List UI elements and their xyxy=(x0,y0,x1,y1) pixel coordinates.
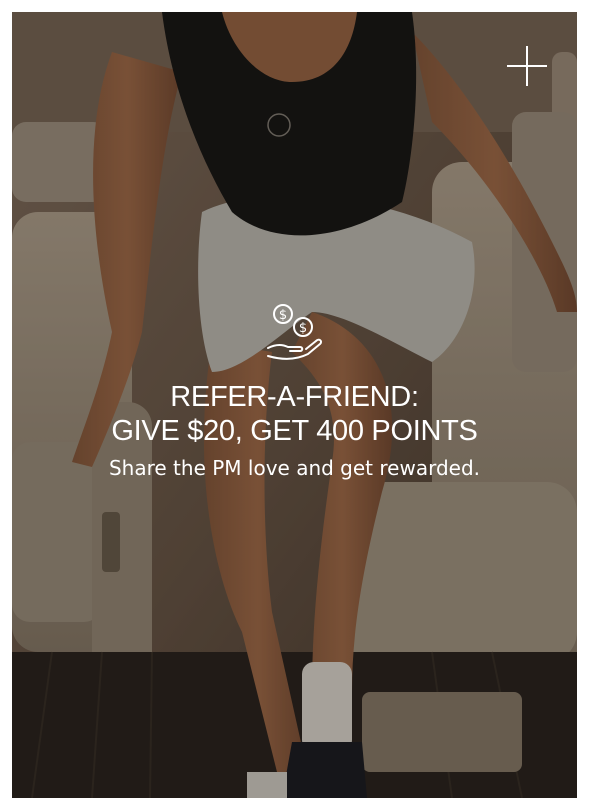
headline-line-2: GIVE $20, GET 400 POINTS xyxy=(111,415,478,447)
close-button[interactable] xyxy=(507,46,547,86)
referral-content: $ $ REFER-A-FRIEND: GIVE $20, GET 400 PO… xyxy=(12,300,577,481)
svg-text:$: $ xyxy=(298,321,306,336)
referral-modal: $ $ REFER-A-FRIEND: GIVE $20, GET 400 PO… xyxy=(12,12,577,798)
svg-text:$: $ xyxy=(278,308,286,323)
referral-headline: REFER-A-FRIEND: GIVE $20, GET 400 POINTS xyxy=(12,380,577,448)
hand-coins-icon: $ $ xyxy=(266,304,322,360)
referral-subtitle: Share the PM love and get rewarded. xyxy=(108,456,481,480)
headline-line-1: REFER-A-FRIEND: xyxy=(170,381,419,413)
